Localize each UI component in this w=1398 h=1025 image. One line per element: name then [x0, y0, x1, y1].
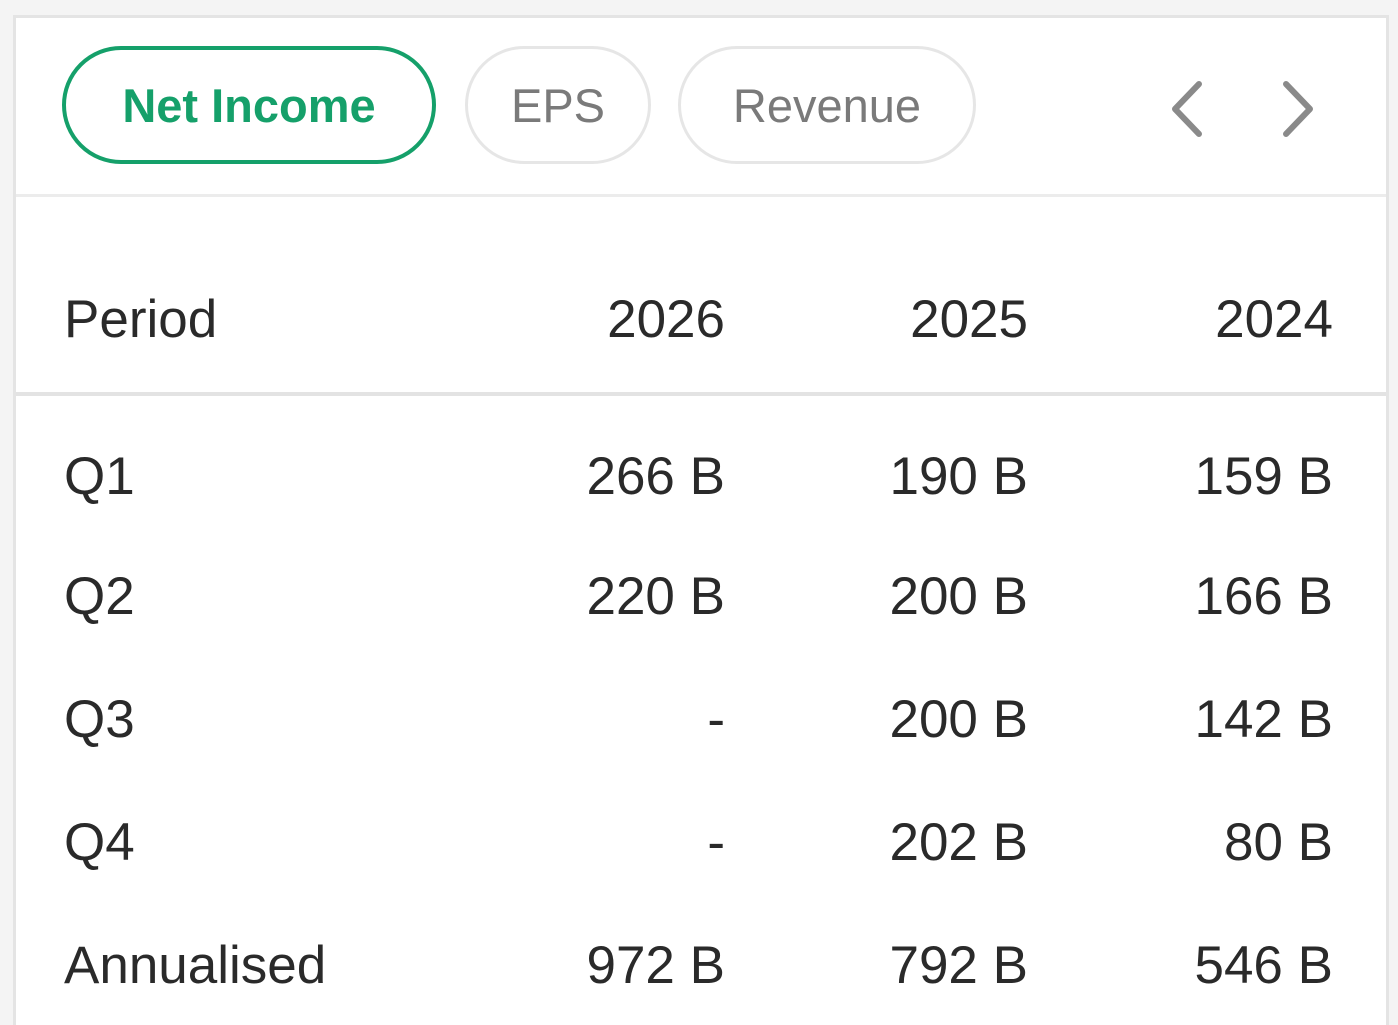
table-row: Q2 220 B 200 B 166 B — [16, 519, 1386, 642]
table-cell: 972 B — [586, 936, 725, 995]
table-cell: 166 B — [1194, 567, 1333, 626]
table-row: Q4 - 202 B 80 B — [16, 765, 1386, 888]
row-label: Q2 — [64, 567, 135, 626]
table-cell: 200 B — [889, 567, 1028, 626]
financials-card: Net Income EPS Revenue Period 2026 2025 … — [13, 15, 1389, 1025]
tab-revenue[interactable]: Revenue — [678, 46, 976, 164]
net-income-table: Period 2026 2025 2024 Q1 266 B 190 B 159… — [16, 197, 1386, 1011]
table-row: Annualised 972 B 792 B 546 B — [16, 888, 1386, 1011]
table-cell: 190 B — [889, 447, 1028, 506]
header-year: 2025 — [910, 290, 1028, 349]
table-cell: - — [707, 690, 725, 749]
table-cell: 546 B — [1194, 936, 1333, 995]
table-cell: - — [707, 813, 725, 872]
table-cell: 202 B — [889, 813, 1028, 872]
table-cell: 200 B — [889, 690, 1028, 749]
header-year: 2026 — [607, 290, 725, 349]
table-cell: 792 B — [889, 936, 1028, 995]
table-cell: 80 B — [1223, 813, 1333, 872]
table-row: Q1 266 B 190 B 159 B — [16, 396, 1386, 519]
table-header-row: Period 2026 2025 2024 — [16, 197, 1386, 396]
table-cell: 142 B — [1194, 690, 1333, 749]
tab-eps[interactable]: EPS — [465, 46, 651, 164]
table-cell: 159 B — [1194, 447, 1333, 506]
row-label: Q4 — [64, 813, 135, 872]
metric-tab-bar: Net Income EPS Revenue — [16, 18, 1386, 197]
chevron-left-icon[interactable] — [1155, 74, 1215, 144]
header-year: 2024 — [1215, 290, 1333, 349]
row-label: Q3 — [64, 690, 135, 749]
header-period: Period — [64, 290, 218, 349]
row-label: Q1 — [64, 447, 135, 506]
row-label: Annualised — [64, 936, 327, 995]
chevron-right-icon[interactable] — [1270, 74, 1330, 144]
table-cell: 266 B — [586, 447, 725, 506]
table-cell: 220 B — [586, 567, 725, 626]
tab-net-income[interactable]: Net Income — [62, 46, 436, 164]
table-row: Q3 - 200 B 142 B — [16, 642, 1386, 765]
